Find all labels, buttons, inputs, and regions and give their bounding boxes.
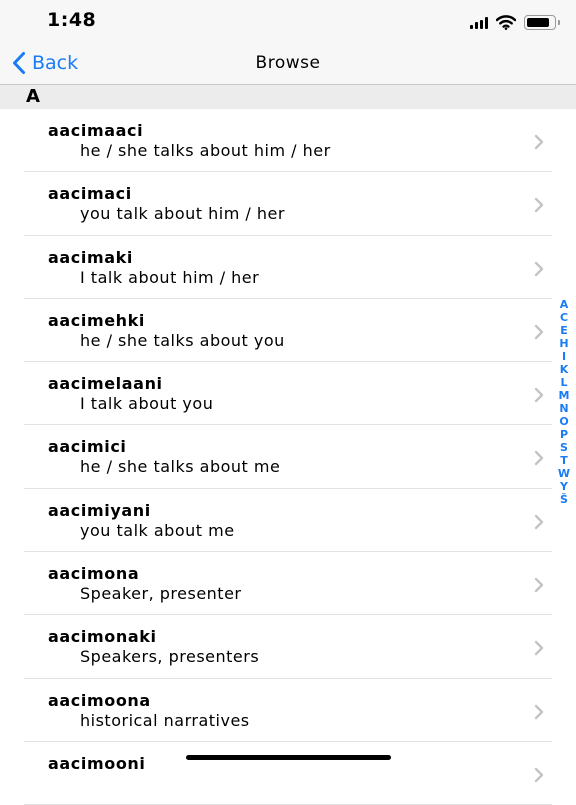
index-letter[interactable]: P xyxy=(560,428,568,441)
index-letter[interactable]: W xyxy=(558,467,570,480)
entry-gloss: I talk about you xyxy=(80,394,214,414)
index-letter[interactable]: O xyxy=(559,415,568,428)
navigation-bar: Back Browse xyxy=(0,44,576,85)
chevron-right-icon xyxy=(534,387,544,403)
list-item[interactable]: aacimaci you talk about him / her xyxy=(0,172,576,236)
chevron-right-icon xyxy=(534,134,544,150)
entry-word: aacimona xyxy=(48,564,140,584)
entry-gloss: I talk about him / her xyxy=(80,267,260,287)
chevron-right-icon xyxy=(534,514,544,529)
list-item[interactable]: aacimooni xyxy=(0,742,576,805)
entry-word: aacimonaki xyxy=(48,627,157,647)
index-letter[interactable]: K xyxy=(560,363,569,376)
entry-word: aacimoona xyxy=(48,690,151,710)
entry-word: aacimelaani xyxy=(48,374,163,394)
entry-gloss: you talk about me xyxy=(80,520,235,540)
list-item[interactable]: aacimonaki Speakers, presenters xyxy=(0,615,576,679)
list-item[interactable]: aacimehki he / she talks about you xyxy=(0,299,576,363)
entry-word: aacimooni xyxy=(48,753,146,773)
status-bar: 1:48 xyxy=(0,0,576,44)
index-letter[interactable]: M xyxy=(559,389,570,402)
index-letter[interactable]: L xyxy=(560,376,567,389)
index-letter[interactable]: N xyxy=(559,402,568,415)
index-letter[interactable]: S xyxy=(560,441,568,454)
status-icons xyxy=(470,13,560,31)
entry-word: aacimaki xyxy=(48,247,133,267)
battery-level xyxy=(527,17,549,27)
entry-word: aacimici xyxy=(48,437,127,457)
index-letter[interactable]: Š xyxy=(560,493,568,506)
entry-word: aacimiyani xyxy=(48,500,151,520)
entry-gloss: Speakers, presenters xyxy=(80,647,260,667)
status-time: 1:48 xyxy=(47,9,97,31)
index-letter[interactable]: C xyxy=(560,311,568,324)
entry-gloss: he / she talks about him / her xyxy=(80,141,331,160)
index-letter[interactable]: T xyxy=(560,454,568,467)
entry-word: aacimaaci xyxy=(48,121,144,140)
list-item[interactable]: aacimici he / she talks about me xyxy=(0,425,576,490)
index-letter[interactable]: I xyxy=(562,350,566,363)
chevron-right-icon xyxy=(534,198,544,213)
list-item[interactable]: aacimaaci he / she talks about him / her xyxy=(0,109,576,173)
chevron-right-icon xyxy=(534,641,544,656)
index-letter[interactable]: H xyxy=(559,337,568,350)
section-header-letter: A xyxy=(26,86,40,107)
section-index[interactable]: ACEHIKLMNOPSTWYŠ xyxy=(557,298,571,506)
chevron-right-icon xyxy=(534,767,544,783)
chevron-right-icon xyxy=(534,324,544,340)
entry-gloss: you talk about him / her xyxy=(80,204,285,224)
page-title: Browse xyxy=(255,53,321,73)
entry-word: aacimehki xyxy=(48,310,146,330)
chevron-right-icon xyxy=(534,261,544,276)
index-letter[interactable]: Y xyxy=(560,480,568,493)
chevron-right-icon xyxy=(534,451,544,466)
index-letter[interactable]: E xyxy=(560,324,568,337)
entry-word: aacimaci xyxy=(48,184,132,204)
battery-icon xyxy=(524,14,560,30)
index-letter[interactable]: A xyxy=(560,298,569,311)
entry-gloss: historical narratives xyxy=(80,710,250,730)
entry-gloss: he / she talks about you xyxy=(80,330,285,350)
cellular-signal-icon xyxy=(470,16,488,29)
wifi-icon xyxy=(496,14,516,30)
list-item[interactable]: aacimoona historical narratives xyxy=(0,679,576,743)
list-item[interactable]: aacimaki I talk about him / her xyxy=(0,236,576,300)
list-item[interactable]: aacimelaani I talk about you xyxy=(0,362,576,426)
entry-gloss: he / she talks about me xyxy=(80,457,281,477)
entry-list: aacimaaci he / she talks about him / her a… xyxy=(0,109,576,805)
chevron-right-icon xyxy=(534,704,544,719)
chevron-right-icon xyxy=(534,577,544,593)
list-item[interactable]: aacimiyani you talk about me xyxy=(0,489,576,553)
home-indicator xyxy=(186,755,391,760)
list-item[interactable]: aacimona Speaker, presenter xyxy=(0,552,576,616)
entry-gloss: Speaker, presenter xyxy=(80,584,242,604)
section-header: A xyxy=(0,85,576,109)
